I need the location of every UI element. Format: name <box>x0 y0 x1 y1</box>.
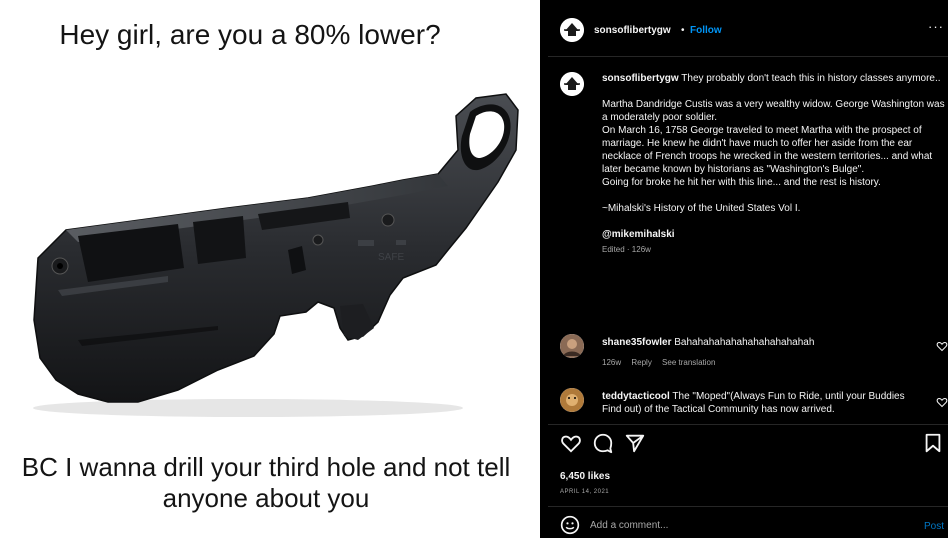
lower-receiver-image: SAFE <box>33 93 519 417</box>
comment-bubble-icon[interactable] <box>592 432 614 454</box>
post-comment-button[interactable]: Post <box>924 520 944 533</box>
more-options-icon[interactable]: ··· <box>928 20 944 33</box>
follow-button[interactable]: Follow <box>690 24 722 37</box>
post-author-avatar[interactable] <box>560 18 584 42</box>
comment-text: Bahahahahahahahahahahahah <box>674 337 815 348</box>
meme-top-text: Hey girl, are you a 80% lower? <box>59 19 441 50</box>
commenter-avatar[interactable] <box>560 388 584 412</box>
header-divider <box>548 56 948 57</box>
caption-paragraph: Martha Dandridge Custis was a very wealt… <box>602 99 945 188</box>
comment-age: 126w <box>602 358 622 367</box>
actions-divider <box>548 424 948 425</box>
emoji-smiley-icon[interactable] <box>560 515 580 535</box>
comment-like-heart-icon[interactable] <box>936 340 948 352</box>
caption-edited-meta: Edited · 126w <box>602 245 651 254</box>
caption-intro: They probably don't teach this in histor… <box>681 73 941 84</box>
commenter-avatar[interactable] <box>560 334 584 358</box>
comment-see-translation-button[interactable]: See translation <box>662 358 715 367</box>
header-separator: • <box>681 25 685 36</box>
comment-reply-button[interactable]: Reply <box>631 358 651 367</box>
instagram-post-panel: sonsoflibertygw • Follow ··· sonsofliber… <box>548 0 948 538</box>
like-heart-icon[interactable] <box>560 432 582 454</box>
add-comment-input[interactable] <box>590 516 910 534</box>
meme-bottom-text: BC I wanna drill your third hole and not… <box>21 452 511 513</box>
comment-like-heart-icon[interactable] <box>936 396 948 408</box>
save-bookmark-icon[interactable] <box>922 432 944 454</box>
comment-box-divider <box>548 506 948 507</box>
caption-username[interactable]: sonsoflibertygw <box>602 73 679 84</box>
caption-author-avatar[interactable] <box>560 72 584 96</box>
add-comment-bar: Post <box>548 512 948 538</box>
likes-count[interactable]: 6,450 likes <box>560 470 610 483</box>
post-author-username[interactable]: sonsoflibertygw <box>594 24 671 37</box>
share-paper-plane-icon[interactable] <box>624 432 646 454</box>
caption-attribution: ~Mihalski's History of the United States… <box>602 203 801 214</box>
post-date: APRIL 14, 2021 <box>560 489 610 495</box>
comment-username[interactable]: teddytacticool <box>602 391 670 402</box>
post-actions-bar <box>560 432 944 458</box>
svg-text:SAFE: SAFE <box>378 252 404 263</box>
meme-image: Hey girl, are you a 80% lower? SAFE BC I… <box>0 0 540 538</box>
post-header: sonsoflibertygw • Follow ··· <box>548 0 948 56</box>
caption-mention-link[interactable]: @mikemihalski <box>602 229 675 240</box>
comment-username[interactable]: shane35fowler <box>602 337 671 348</box>
